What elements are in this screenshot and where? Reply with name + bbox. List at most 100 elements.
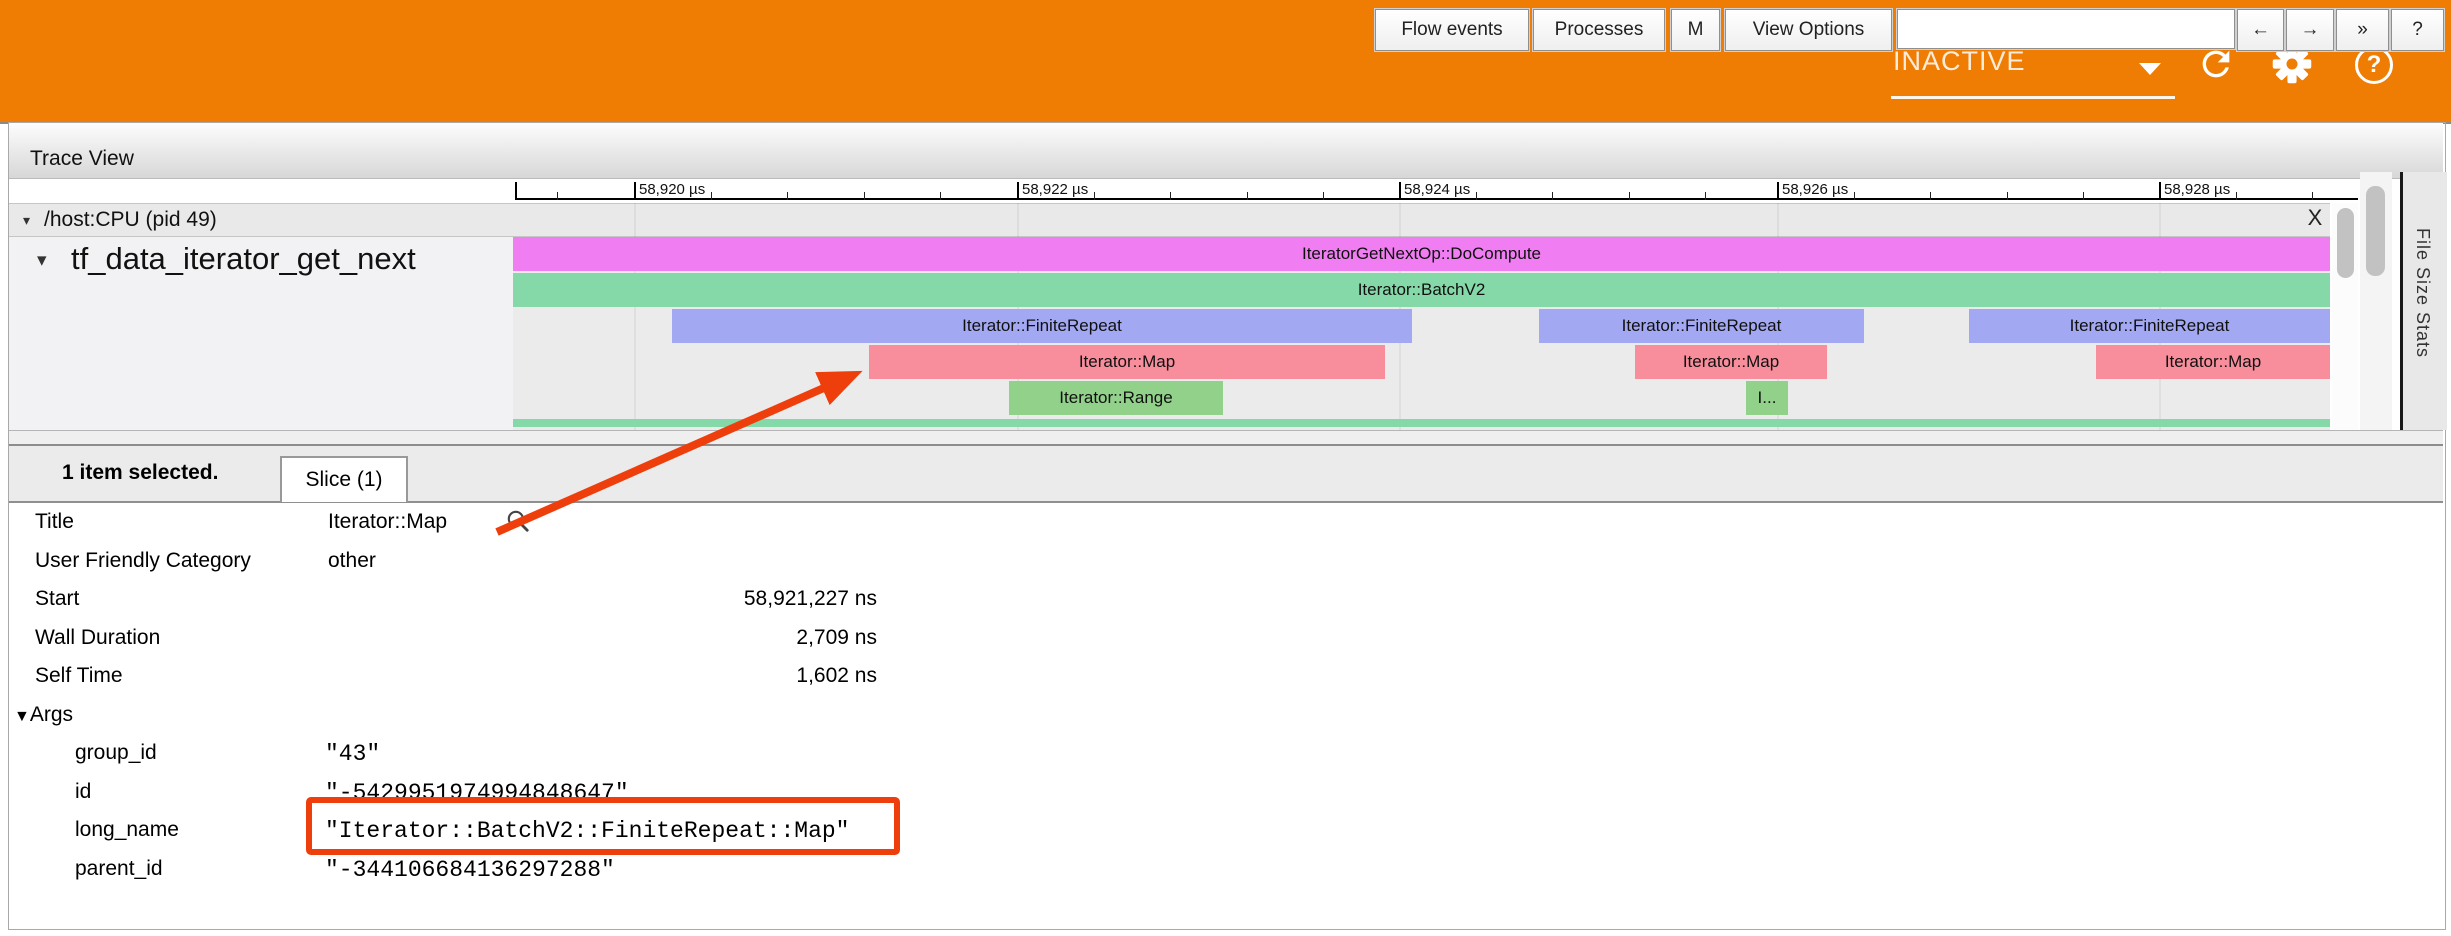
detail-row-label: Self Time [35,664,123,688]
trace-slice-label: Iterator::Map [1079,352,1175,372]
ruler-tick [1017,182,1019,200]
panel-divider[interactable] [9,430,2443,447]
trace-slice-label: Iterator::FiniteRepeat [2070,316,2230,336]
trace-slice-label: Iterator::BatchV2 [1358,280,1486,300]
ruler-minor-tick [940,192,941,200]
find-input[interactable] [1897,9,2235,49]
file-size-stats-label: File Size Stats [2412,228,2433,358]
expander-triangle-icon: ▾ [23,212,30,229]
expander-triangle-icon: ▾ [37,249,47,272]
trace-view-toolbar: Trace View [9,123,2443,179]
ruler-minor-tick [1552,192,1553,200]
process-track-label: /host:CPU (pid 49) [44,208,217,232]
refresh-button[interactable] [2196,44,2236,89]
detail-row-value: Iterator::Map [328,510,447,534]
ruler-minor-tick [787,192,788,200]
detail-row-value: 58,921,227 ns [430,587,877,611]
trace-slice-label: Iterator::Map [2165,352,2261,372]
ruler-minor-tick [1323,192,1324,200]
magnifier-icon[interactable] [505,508,531,534]
detail-row-label: Title [35,510,74,534]
flow-events-button[interactable]: Flow events [1375,9,1529,51]
run-status-label: INACTIVE [1893,46,2026,77]
trace-slice[interactable]: Iterator::BatchV2 [513,273,2330,307]
refresh-icon [2196,44,2236,84]
trace-slice[interactable]: Iterator::Map [1635,345,1827,379]
more-tools-button[interactable]: » [2336,9,2389,51]
track-scrollbar [2332,203,2358,430]
shortcuts-help-button[interactable]: ? [2391,9,2444,51]
trace-slice[interactable]: Iterator::FiniteRepeat [672,309,1412,343]
ruler-tick-label: 58,924 µs [1404,181,1470,198]
detail-row-label: long_name [75,818,179,842]
ruler-edge-tick [515,182,517,200]
details-panel-header: 1 item selected. Slice (1) [9,446,2443,503]
chevron-down-icon [2139,63,2161,75]
ruler-minor-tick [1094,192,1095,200]
help-button[interactable]: ? [2355,46,2393,84]
ruler-baseline [515,198,2358,200]
vertical-scrollbar-thumb[interactable] [2366,186,2385,276]
ruler-minor-tick [2236,192,2237,200]
ruler-tick [1399,182,1401,200]
ruler-tick-label: 58,922 µs [1022,181,1088,198]
trace-slice[interactable]: Iterator::FiniteRepeat [1969,309,2330,343]
metadata-button[interactable]: M [1671,9,1720,51]
detail-row-value: other [328,549,376,573]
trace-slice[interactable]: Iterator::Map [2096,345,2330,379]
find-next-button[interactable]: → [2286,9,2334,51]
detail-row-label: parent_id [75,857,163,881]
args-section-label: Args [30,703,73,726]
processes-button[interactable]: Processes [1533,9,1665,51]
close-track-button[interactable]: X [2300,205,2330,233]
find-prev-button[interactable]: ← [2237,9,2284,51]
detail-row-label: Start [35,587,79,611]
detail-row-value: "43" [325,741,380,767]
thread-track-label: tf_data_iterator_get_next [71,241,416,277]
file-size-stats-tab[interactable]: File Size Stats [2400,172,2447,430]
ruler-minor-tick [1705,192,1706,200]
thread-track-header[interactable]: ▾ tf_data_iterator_get_next [9,237,513,430]
trace-slice[interactable]: I... [1746,381,1788,415]
trace-slice-label: Iterator::Range [1059,388,1172,408]
detail-row-label: User Friendly Category [35,549,251,573]
ruler-minor-tick [2083,192,2084,200]
trace-view-title: Trace View [30,147,134,171]
ruler-minor-tick [864,192,865,200]
detail-row-value: 2,709 ns [430,626,877,650]
trace-slice-partial [513,419,2330,427]
ruler-minor-tick [2007,192,2008,200]
help-icon: ? [2355,46,2393,84]
vertical-scrollbar-thumb[interactable] [2337,208,2354,278]
ruler-minor-tick [1476,192,1477,200]
ruler-tick-label: 58,928 µs [2164,181,2230,198]
trace-slice[interactable]: Iterator::Range [1009,381,1223,415]
run-status-dropdown[interactable]: INACTIVE [1891,46,2175,99]
trace-slice[interactable]: IteratorGetNextOp::DoCompute [513,237,2330,271]
process-track-header[interactable]: ▾ /host:CPU (pid 49) [9,203,2330,237]
args-expander[interactable]: ▼Args [14,703,73,727]
ruler-minor-tick [1247,192,1248,200]
ruler-minor-tick [1170,192,1171,200]
ruler-minor-tick [1629,192,1630,200]
ruler-minor-tick [1930,192,1931,200]
detail-row-label: group_id [75,741,157,765]
selection-status: 1 item selected. [62,461,218,485]
detail-row-value: 1,602 ns [430,664,877,688]
expander-triangle-icon: ▼ [14,708,30,725]
ruler-minor-tick [711,192,712,200]
trace-slice[interactable]: Iterator::Map [869,345,1385,379]
trace-slice[interactable]: Iterator::FiniteRepeat [1539,309,1864,343]
trace-slice-label: Iterator::FiniteRepeat [1622,316,1782,336]
ruler-tick [1777,182,1779,200]
tab-slice[interactable]: Slice (1) [280,456,408,502]
view-options-button[interactable]: View Options [1725,9,1892,51]
trace-slice-label: Iterator::Map [1683,352,1779,372]
ruler-tick-label: 58,920 µs [639,181,705,198]
ruler-minor-tick [2312,192,2313,200]
panel-scrollbar [2360,172,2392,430]
ruler-minor-tick [1854,192,1855,200]
detail-row-value: "Iterator::BatchV2::FiniteRepeat::Map" [325,818,850,844]
trace-slice-label: Iterator::FiniteRepeat [962,316,1122,336]
detail-row-value: "-5429951974994848647" [325,780,629,806]
